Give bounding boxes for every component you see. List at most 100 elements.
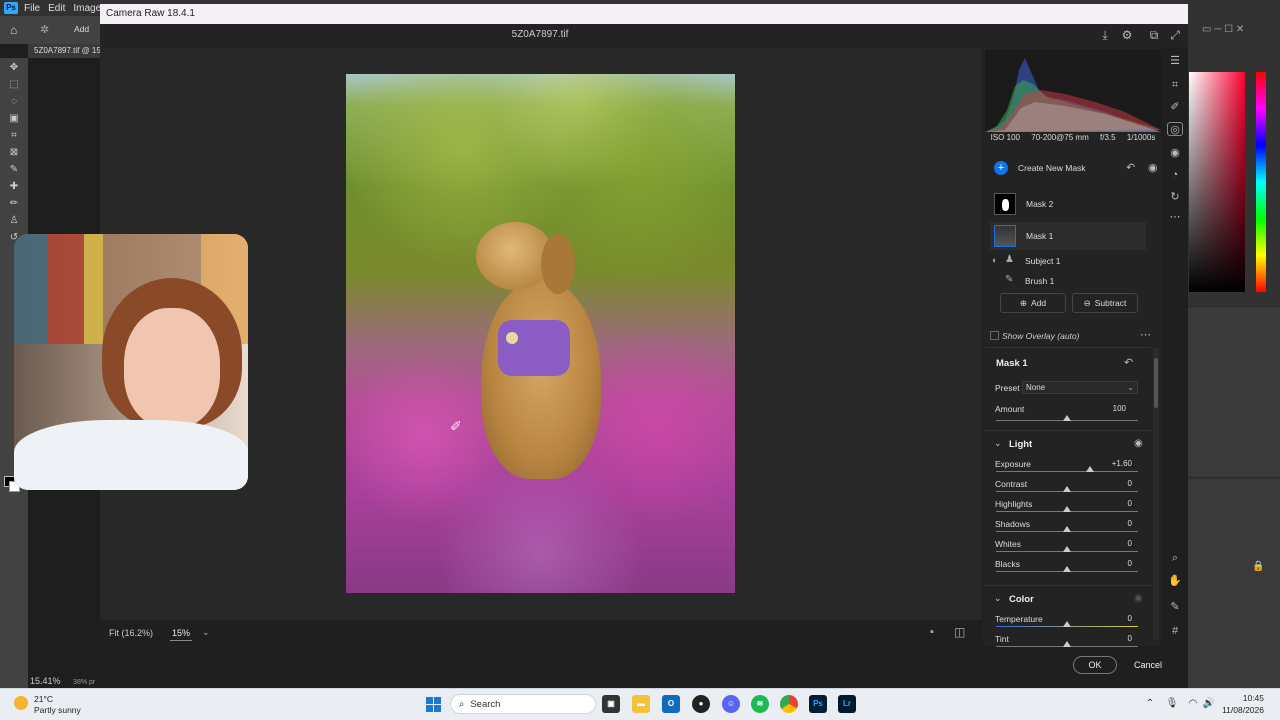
marquee-tool-icon[interactable]: ⬚: [5, 78, 23, 92]
slider-value[interactable]: 0: [1092, 479, 1132, 488]
tray-chevron-icon[interactable]: ⌃: [1143, 697, 1157, 711]
scrollbar-thumb[interactable]: [1154, 358, 1158, 408]
eye-icon[interactable]: ◉: [1148, 161, 1158, 174]
fullscreen-icon[interactable]: ⧉: [1147, 28, 1161, 42]
compare-view-icon[interactable]: ◫: [954, 625, 965, 639]
chrome-icon[interactable]: [780, 695, 798, 713]
slider-thumb[interactable]: [1085, 466, 1094, 472]
color-eye-icon[interactable]: ◉: [1134, 593, 1143, 604]
document-tab[interactable]: 5Z0A7897.tif @ 15.: [28, 44, 100, 58]
masking-icon[interactable]: ◎: [1167, 122, 1183, 136]
volume-icon[interactable]: 🔊: [1202, 697, 1216, 711]
red-eye-icon[interactable]: ◉: [1167, 146, 1183, 160]
more-options-icon[interactable]: ⋯: [1140, 328, 1151, 341]
microphone-icon[interactable]: 🎙: [1165, 697, 1179, 711]
healing-tool-icon[interactable]: ✚: [5, 180, 23, 194]
slider-value[interactable]: 0: [1092, 634, 1132, 643]
frame-tool-icon[interactable]: ⊠: [5, 146, 23, 160]
wifi-icon[interactable]: ◠: [1186, 697, 1200, 711]
zoom-value[interactable]: 15%: [170, 628, 193, 641]
move-tool-icon[interactable]: ✥: [5, 61, 23, 75]
add-button[interactable]: ⊕ Add: [1000, 293, 1066, 313]
photo-preview[interactable]: [346, 74, 735, 593]
chevron-down-icon[interactable]: ⌄: [994, 438, 1002, 449]
crop-icon[interactable]: ⌗: [1167, 78, 1183, 92]
zoom-icon[interactable]: ⌕: [1167, 551, 1183, 565]
lightroom-taskbar-icon[interactable]: Lr: [838, 695, 856, 713]
more-tools-icon[interactable]: ⋯: [1167, 210, 1183, 224]
hand-icon[interactable]: ✋: [1167, 574, 1183, 588]
slider-thumb[interactable]: [1063, 526, 1071, 532]
slider-value[interactable]: 0: [1092, 499, 1132, 508]
panel-scrollbar[interactable]: [1153, 348, 1159, 640]
slider-thumb[interactable]: [1063, 486, 1071, 492]
clock-date[interactable]: 11/08/2026: [1216, 705, 1264, 715]
tool-preset-icon[interactable]: ✲: [40, 23, 49, 36]
hue-slider[interactable]: [1256, 72, 1266, 292]
weather-description[interactable]: Partly sunny: [34, 705, 81, 715]
presets-icon[interactable]: ↻: [1167, 190, 1183, 204]
chevron-down-icon[interactable]: ⌄: [202, 627, 210, 638]
amount-slider-thumb[interactable]: [1063, 415, 1071, 421]
create-mask-plus-icon[interactable]: +: [994, 161, 1008, 175]
discord-icon[interactable]: ☺: [722, 695, 740, 713]
outlook-icon[interactable]: O: [662, 695, 680, 713]
menu-file[interactable]: File: [24, 3, 40, 14]
eyedropper-tool-icon[interactable]: ✎: [5, 163, 23, 177]
grid-icon[interactable]: #: [1167, 624, 1183, 638]
select-tool-icon[interactable]: ▣: [5, 112, 23, 126]
add-option[interactable]: Add: [74, 24, 89, 34]
slider-value[interactable]: 0: [1092, 539, 1132, 548]
spotify-icon[interactable]: ≋: [751, 695, 769, 713]
task-view-icon[interactable]: ▣: [602, 695, 620, 713]
show-overlay-checkbox[interactable]: [990, 331, 999, 340]
crop-tool-icon[interactable]: ⌗: [5, 129, 23, 143]
single-view-icon[interactable]: ▪: [930, 626, 934, 638]
brush-1-component[interactable]: Brush 1: [1025, 276, 1054, 286]
zoom-fit[interactable]: Fit (16.2%): [109, 628, 153, 638]
ok-button[interactable]: OK: [1073, 656, 1117, 674]
slider-thumb[interactable]: [1063, 546, 1071, 552]
save-icon[interactable]: ⤓: [1098, 28, 1112, 42]
lock-icon[interactable]: 🔒: [1252, 561, 1264, 572]
mask-reset-icon[interactable]: ↶: [1124, 356, 1133, 369]
slider-thumb[interactable]: [1063, 641, 1071, 647]
slider-thumb[interactable]: [1063, 566, 1071, 572]
snapshots-icon[interactable]: ◔: [1167, 168, 1183, 182]
taskbar-search[interactable]: ⌕ Search: [450, 694, 596, 714]
clock-time[interactable]: 10:45: [1216, 693, 1264, 703]
color-section-title[interactable]: Color: [1009, 594, 1034, 605]
lasso-tool-icon[interactable]: ◌: [5, 95, 23, 109]
chevron-down-icon[interactable]: ⌄: [994, 593, 1002, 604]
github-icon[interactable]: ●: [692, 695, 710, 713]
slider-thumb[interactable]: [1063, 506, 1071, 512]
color-sampler-icon[interactable]: ✎: [1167, 600, 1183, 614]
expand-icon[interactable]: ⤢: [1168, 28, 1182, 42]
subject-1-component[interactable]: Subject 1: [1025, 256, 1060, 266]
remove-tool-icon[interactable]: ✐: [1167, 100, 1183, 114]
slider-value[interactable]: +1.60: [1092, 459, 1132, 468]
photoshop-taskbar-icon[interactable]: Ps: [809, 695, 827, 713]
brush-tool-icon[interactable]: ✏: [5, 197, 23, 211]
weather-temperature[interactable]: 21°C: [34, 694, 53, 704]
color-picker-field[interactable]: [1189, 72, 1245, 292]
gear-icon[interactable]: ⚙: [1120, 28, 1134, 42]
edit-sliders-icon[interactable]: ☰: [1167, 54, 1183, 68]
amount-value[interactable]: 100: [1100, 404, 1126, 413]
slider-value[interactable]: 0: [1092, 559, 1132, 568]
slider-value[interactable]: 0: [1092, 614, 1132, 623]
home-icon[interactable]: ⌂: [10, 23, 17, 37]
create-new-mask[interactable]: Create New Mask: [1018, 163, 1086, 173]
mask-2-item[interactable]: Mask 2: [990, 190, 1146, 218]
slider-track[interactable]: [996, 471, 1138, 472]
menu-edit[interactable]: Edit: [48, 3, 65, 14]
light-section-title[interactable]: Light: [1009, 439, 1032, 450]
menu-image[interactable]: Image: [73, 3, 101, 14]
cancel-button[interactable]: Cancel: [1126, 656, 1170, 674]
light-eye-icon[interactable]: ◉: [1134, 438, 1143, 449]
file-explorer-icon[interactable]: ▬: [632, 695, 650, 713]
windows-start-icon[interactable]: [426, 697, 441, 712]
preset-dropdown[interactable]: None ⌄: [1022, 381, 1138, 394]
weather-sun-icon[interactable]: [14, 696, 28, 710]
stamp-tool-icon[interactable]: ♙: [5, 214, 23, 228]
